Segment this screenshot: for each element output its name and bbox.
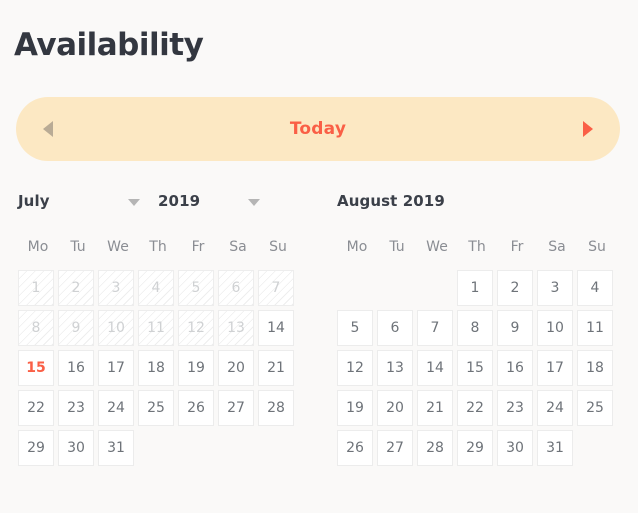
day-cell[interactable]: 24 (537, 390, 573, 426)
day-cell[interactable]: 20 (218, 350, 254, 386)
day-cell: 11 (138, 310, 174, 346)
day-grid-august: 1 2 3 4 5 6 7 8 9 10 11 12 13 14 15 16 17 18 19 20 21 22 23 24 2… (337, 270, 638, 470)
day-cell[interactable]: 10 (537, 310, 573, 346)
day-cell[interactable]: 25 (577, 390, 613, 426)
weekday-label: Su (588, 239, 606, 255)
day-cell[interactable]: 1 (457, 270, 493, 306)
calendar-navigation-bar: Today (16, 97, 620, 161)
day-cell[interactable]: 28 (258, 390, 294, 426)
day-cell[interactable]: 14 (258, 310, 294, 346)
day-cell[interactable]: 13 (377, 350, 413, 386)
weekday-label: Su (269, 239, 287, 255)
chevron-down-icon (248, 199, 260, 206)
calendar-july-header: July 2019 (18, 186, 319, 216)
day-cell[interactable]: 20 (377, 390, 413, 426)
today-button[interactable]: Today (16, 119, 620, 139)
day-cell-empty (337, 270, 373, 306)
weekday-label: Tu (389, 239, 405, 255)
day-cell[interactable]: 18 (577, 350, 613, 386)
day-cell[interactable]: 19 (337, 390, 373, 426)
day-cell: 13 (218, 310, 254, 346)
day-cell[interactable]: 5 (337, 310, 373, 346)
day-cell[interactable]: 27 (377, 430, 413, 466)
weekday-label: We (107, 239, 129, 255)
day-cell[interactable]: 30 (58, 430, 94, 466)
triangle-right-icon[interactable] (583, 121, 593, 137)
weekday-header-july: Mo Tu We Th Fr Sa Su (18, 238, 319, 256)
day-cell: 7 (258, 270, 294, 306)
day-cell: 8 (18, 310, 54, 346)
day-cell[interactable]: 31 (98, 430, 134, 466)
page-title: Availability (14, 26, 204, 63)
day-cell[interactable]: 25 (138, 390, 174, 426)
day-cell[interactable]: 8 (457, 310, 493, 346)
calendar-august: August 2019 Mo Tu We Th Fr Sa Su 1 2 3 4 5 6 7 8 9 10 11… (319, 186, 638, 470)
day-cell[interactable]: 3 (537, 270, 573, 306)
day-cell-today[interactable]: 15 (18, 350, 54, 386)
day-cell: 1 (18, 270, 54, 306)
day-grid-july: 1 2 3 4 5 6 7 8 9 10 11 12 13 14 15 16 17 18 19 20 21 22 23 24 2… (18, 270, 319, 470)
calendar-july: July 2019 Mo Tu We Th Fr Sa Su 1 2 3 4 5 6 7 8 9 10 11 12… (0, 186, 319, 470)
weekday-label: Mo (346, 239, 368, 255)
day-cell: 9 (58, 310, 94, 346)
day-cell[interactable]: 15 (457, 350, 493, 386)
month-select[interactable]: July (18, 192, 158, 210)
day-cell[interactable]: 2 (497, 270, 533, 306)
day-cell-empty (377, 270, 413, 306)
day-cell[interactable]: 26 (337, 430, 373, 466)
month-select-value: July (18, 192, 50, 210)
day-cell-empty (417, 270, 453, 306)
day-cell[interactable]: 29 (457, 430, 493, 466)
calendars-container: July 2019 Mo Tu We Th Fr Sa Su 1 2 3 4 5 6 7 8 9 10 11 12… (0, 186, 638, 470)
day-cell: 2 (58, 270, 94, 306)
day-cell[interactable]: 12 (337, 350, 373, 386)
weekday-label: We (426, 239, 448, 255)
day-cell[interactable]: 23 (497, 390, 533, 426)
day-cell[interactable]: 24 (98, 390, 134, 426)
day-cell[interactable]: 18 (138, 350, 174, 386)
day-cell[interactable]: 4 (577, 270, 613, 306)
day-cell[interactable]: 11 (577, 310, 613, 346)
day-cell[interactable]: 26 (178, 390, 214, 426)
day-cell[interactable]: 29 (18, 430, 54, 466)
day-cell: 10 (98, 310, 134, 346)
chevron-down-icon (128, 199, 140, 206)
day-cell[interactable]: 30 (497, 430, 533, 466)
weekday-label: Fr (191, 239, 205, 255)
weekday-label: Sa (229, 239, 247, 255)
day-cell[interactable]: 31 (537, 430, 573, 466)
year-select[interactable]: 2019 (158, 192, 278, 210)
day-cell[interactable]: 21 (258, 350, 294, 386)
day-cell[interactable]: 6 (377, 310, 413, 346)
day-cell[interactable]: 27 (218, 390, 254, 426)
day-cell[interactable]: 17 (537, 350, 573, 386)
day-cell[interactable]: 17 (98, 350, 134, 386)
day-cell[interactable]: 21 (417, 390, 453, 426)
day-cell[interactable]: 14 (417, 350, 453, 386)
day-cell[interactable]: 7 (417, 310, 453, 346)
weekday-label: Th (149, 239, 167, 255)
weekday-label: Fr (510, 239, 524, 255)
day-cell: 3 (98, 270, 134, 306)
day-cell[interactable]: 22 (18, 390, 54, 426)
weekday-label: Th (468, 239, 486, 255)
day-cell[interactable]: 28 (417, 430, 453, 466)
day-cell: 12 (178, 310, 214, 346)
day-cell[interactable]: 19 (178, 350, 214, 386)
weekday-label: Tu (70, 239, 86, 255)
day-cell[interactable]: 22 (457, 390, 493, 426)
day-cell: 5 (178, 270, 214, 306)
weekday-label: Sa (548, 239, 566, 255)
day-cell[interactable]: 16 (497, 350, 533, 386)
weekday-header-august: Mo Tu We Th Fr Sa Su (337, 238, 638, 256)
day-cell[interactable]: 23 (58, 390, 94, 426)
day-cell[interactable]: 16 (58, 350, 94, 386)
day-cell[interactable]: 9 (497, 310, 533, 346)
calendar-august-header: August 2019 (337, 186, 638, 216)
weekday-label: Mo (27, 239, 49, 255)
day-cell: 6 (218, 270, 254, 306)
year-select-value: 2019 (158, 192, 201, 210)
day-cell: 4 (138, 270, 174, 306)
calendar-august-title: August 2019 (337, 192, 445, 210)
